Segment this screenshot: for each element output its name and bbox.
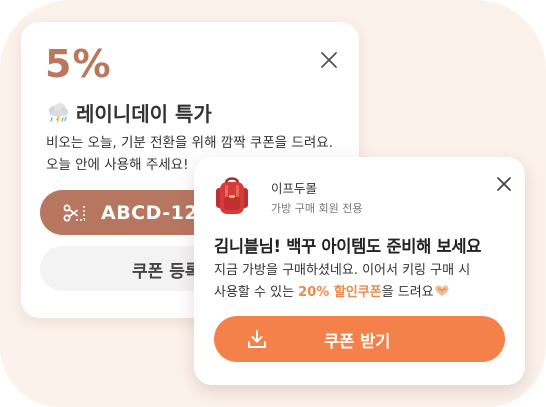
notification-body: 지금 가방을 구매하셨네요. 이어서 키링 구매 시 사용할 수 있는 20% … [214, 260, 514, 304]
download-icon [248, 330, 266, 348]
description-line-1: 비오는 오늘, 기분 전환을 위해 깜짝 쿠폰을 드려요. [46, 135, 334, 151]
scissors-coupon-icon [63, 204, 85, 221]
heart-hands-icon [435, 285, 449, 296]
red-backpack-icon [216, 177, 248, 214]
close-icon[interactable] [318, 49, 340, 71]
brand-name: 이프두몰 [271, 181, 318, 196]
discount-highlight: 20% 할인쿠폰 [298, 285, 382, 300]
cloud-rain-lightning-icon [49, 102, 68, 124]
get-coupon-button[interactable]: 쿠폰 받기 [214, 316, 505, 362]
get-coupon-label: 쿠폰 받기 [324, 332, 391, 351]
keyring-coupon-notification: 이프두몰 가방 구매 회원 전용 김니블님! 백꾸 아이템도 준비해 보세요 지… [194, 157, 525, 385]
modal-title: 레이니데이 특가 [76, 102, 212, 126]
discount-percent: 5% [45, 42, 112, 86]
brand-subtitle: 가방 구매 회원 전용 [271, 202, 363, 215]
notification-headline: 김니블님! 백꾸 아이템도 준비해 보세요 [214, 237, 482, 256]
body-line-1: 지금 가방을 구매하셨네요. 이어서 키링 구매 시 [214, 263, 471, 278]
close-icon[interactable] [496, 176, 512, 192]
body-suffix: 을 드려요 [381, 285, 434, 300]
body-line-2: 사용할 수 있는 20% 할인쿠폰을 드려요 [214, 282, 514, 304]
modal-title-row: 레이니데이 특가 [46, 98, 212, 127]
body-prefix: 사용할 수 있는 [214, 285, 299, 300]
